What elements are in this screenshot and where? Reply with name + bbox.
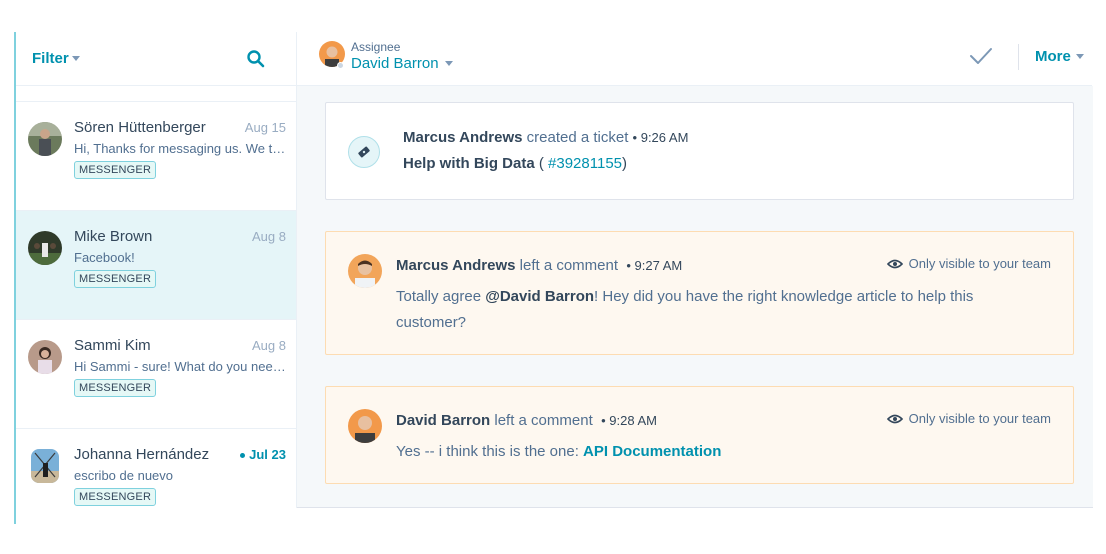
conversation-date: Aug 8 xyxy=(252,229,286,244)
message-preview: Hi Sammi - sure! What do you need? xyxy=(74,359,286,374)
comment-text-prefix: Yes -- i think this is the one: xyxy=(396,443,584,460)
conversation-date: Jul 23 xyxy=(240,447,286,462)
conversation-list-panel: Filter Sören Hüttenberger Aug 15 Hi, Tha… xyxy=(14,32,296,524)
avatar xyxy=(348,409,382,443)
comment-time: • 9:27 AM xyxy=(626,258,683,273)
ticket-title: Help with Big Data xyxy=(403,155,535,172)
inbox-app: Filter Sören Hüttenberger Aug 15 Hi, Tha… xyxy=(14,32,1093,524)
chevron-down-icon xyxy=(71,56,80,61)
avatar xyxy=(348,254,382,288)
contact-name: Sammi Kim xyxy=(74,337,151,354)
event-time: • 9:26 AM xyxy=(632,130,689,145)
filter-label: Filter xyxy=(32,50,69,67)
ticket-id-close: ) xyxy=(622,155,627,172)
conversation-header: Assignee David Barron More xyxy=(297,32,1092,86)
conversation-item[interactable]: Sören Hüttenberger Aug 15 Hi, Thanks for… xyxy=(16,102,296,211)
channel-badge: MESSENGER xyxy=(74,270,157,288)
comment-action: left a comment xyxy=(494,412,593,429)
ticket-id-open: ( xyxy=(534,155,549,172)
conversation-detail-panel: Assignee David Barron More Marcus Andrew… xyxy=(296,32,1093,508)
conversation-item[interactable]: Sammi Kim Aug 8 Hi Sammi - sure! What do… xyxy=(16,320,296,429)
eye-icon xyxy=(886,259,903,268)
channel-badge: MESSENGER xyxy=(74,488,157,506)
chevron-down-icon xyxy=(1075,54,1084,59)
message-preview: escribo de nuevo xyxy=(74,468,174,483)
message-preview: Facebook! xyxy=(74,250,135,265)
channel-badge: MESSENGER xyxy=(74,161,157,179)
eye-icon xyxy=(886,414,903,423)
avatar xyxy=(31,449,59,483)
avatar xyxy=(28,340,62,374)
avatar xyxy=(28,122,62,156)
avatar xyxy=(28,231,62,265)
assignee-name: David Barron xyxy=(351,55,439,72)
comment-text-prefix: Totally agree xyxy=(396,288,486,305)
ticket-icon xyxy=(348,136,380,168)
conversation-date: Aug 8 xyxy=(252,338,286,353)
comment-event: David Barron left a comment • 9:28 AM On… xyxy=(325,386,1074,484)
contact-name: Mike Brown xyxy=(74,228,153,245)
visibility-label: Only visible to your team xyxy=(908,411,1051,426)
event-author[interactable]: Marcus Andrews xyxy=(403,129,522,146)
conversation-date: Aug 15 xyxy=(244,120,286,135)
event-action: created a ticket xyxy=(526,129,629,146)
filter-dropdown[interactable]: Filter xyxy=(32,50,80,67)
comment-action: left a comment xyxy=(519,257,619,274)
comment-event: Marcus Andrews left a comment • 9:27 AM … xyxy=(325,231,1074,355)
more-dropdown[interactable]: More xyxy=(1035,48,1084,65)
comment-time: • 9:28 AM xyxy=(601,413,657,428)
conversation-date-text: Jul 23 xyxy=(249,447,286,462)
conversation-timeline: Marcus Andrews created a ticket • 9:26 A… xyxy=(297,86,1093,508)
header-divider xyxy=(1018,44,1019,70)
user-mention[interactable]: @David Barron xyxy=(485,288,594,305)
availability-status-dot xyxy=(337,62,344,69)
ticket-id-link[interactable]: #39281155 xyxy=(548,155,622,172)
contact-name: Sören Hüttenberger xyxy=(74,119,206,136)
comment-author[interactable]: David Barron xyxy=(396,412,490,429)
channel-badge: MESSENGER xyxy=(74,379,157,397)
unread-dot xyxy=(240,453,246,459)
comment-author[interactable]: Marcus Andrews xyxy=(396,257,515,274)
contact-name: Johanna Hernández xyxy=(74,446,210,463)
api-documentation-link[interactable]: API Documentation xyxy=(583,443,721,460)
chevron-down-icon xyxy=(444,61,453,66)
message-preview: Hi, Thanks for messaging us. We tr... xyxy=(74,141,286,156)
comment-body: Totally agree @David Barron! Hey did you… xyxy=(396,284,1036,336)
conversation-list-header: Filter xyxy=(16,32,296,86)
conversation-item[interactable]: Mike Brown Aug 8 Facebook! MESSENGER xyxy=(16,211,296,320)
visibility-label: Only visible to your team xyxy=(908,256,1051,271)
conversation-item[interactable]: Johanna Hernández Jul 23 escribo de nuev… xyxy=(16,429,296,538)
comment-body: Yes -- i think this is the one: API Docu… xyxy=(396,439,1036,465)
more-label: More xyxy=(1035,48,1071,65)
check-icon[interactable] xyxy=(969,46,993,66)
ticket-created-event: Marcus Andrews created a ticket • 9:26 A… xyxy=(325,102,1074,200)
assignee-label: Assignee xyxy=(351,40,401,54)
search-icon[interactable] xyxy=(246,49,266,69)
visibility-note: Only visible to your team xyxy=(886,256,1051,271)
visibility-note: Only visible to your team xyxy=(886,411,1051,426)
list-spacer xyxy=(16,86,296,102)
